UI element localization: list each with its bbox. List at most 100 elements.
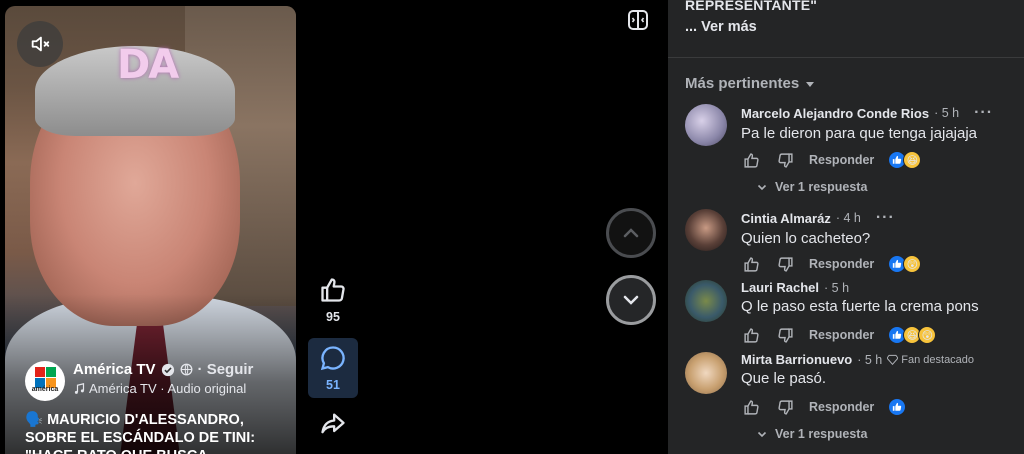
chevron-up-icon	[623, 228, 639, 238]
thumbs-down-icon	[777, 256, 793, 272]
reaction-summary[interactable]: 😆 😲	[888, 326, 937, 344]
thumbs-down-icon	[777, 327, 793, 343]
comment-more-options[interactable]: ···	[876, 209, 895, 227]
like-comment-button[interactable]	[741, 325, 761, 345]
view-replies-label: Ver 1 respuesta	[775, 180, 868, 194]
comment-actions: Responder 😲	[741, 254, 922, 274]
like-comment-button[interactable]	[741, 254, 761, 274]
logo-square-green	[46, 367, 56, 377]
reply-button[interactable]: Responder	[809, 257, 874, 271]
commenter-avatar[interactable]	[685, 352, 727, 394]
top-fan-badge[interactable]: Fan destacado	[887, 354, 974, 366]
channel-logo-text: américa	[31, 386, 59, 393]
reaction-summary[interactable]	[888, 398, 907, 416]
thumbs-up-icon	[743, 399, 759, 415]
commenter-name[interactable]: Mirta Barrionuevo	[741, 352, 852, 367]
diamond-icon	[887, 354, 899, 365]
reply-button[interactable]: Responder	[809, 153, 874, 167]
thumbs-up-icon	[743, 256, 759, 272]
commenter-avatar[interactable]	[685, 209, 727, 251]
view-replies-link[interactable]: Ver 1 respuesta	[757, 427, 867, 441]
comment-header: Marcelo Alejandro Conde Rios · 5 h ···	[741, 104, 1021, 122]
comment-header: Mirta Barrionuevo · 5 h Fan destacado	[741, 352, 1021, 367]
commenter-name[interactable]: Cintia Almaráz	[741, 211, 831, 226]
commenter-avatar[interactable]	[685, 280, 727, 322]
view-replies-link[interactable]: Ver 1 respuesta	[757, 180, 867, 194]
like-reaction-icon	[888, 398, 907, 416]
chevron-down-icon	[623, 295, 639, 305]
watermark-logo: DA	[117, 42, 179, 88]
comment-header: Cintia Almaráz · 4 h ···	[741, 209, 1021, 227]
dislike-comment-button[interactable]	[775, 150, 795, 170]
share-arrow-icon	[321, 413, 345, 434]
comment-body: Cintia Almaráz · 4 h ··· Quien lo cachet…	[741, 209, 1021, 247]
commenter-avatar[interactable]	[685, 104, 727, 146]
like-count: 95	[326, 310, 340, 324]
comment-actions: Responder	[741, 397, 907, 417]
view-replies-label: Ver 1 respuesta	[775, 427, 868, 441]
dislike-comment-button[interactable]	[775, 254, 795, 274]
reel-video[interactable]: DA américa América TV · Seguir América T…	[5, 6, 296, 454]
comment-time[interactable]: · 5 h	[934, 106, 959, 120]
comment-body: Lauri Rachel · 5 h Q le paso esta fuerte…	[741, 280, 1021, 315]
logo-square-red	[35, 367, 45, 377]
wow-reaction-icon: 😲	[903, 255, 922, 273]
follow-button[interactable]: · Seguir	[198, 361, 254, 378]
verified-badge-icon	[161, 363, 174, 376]
see-more-link[interactable]: ... Ver más	[685, 19, 757, 35]
comment-text: Quien lo cacheteo?	[741, 230, 871, 247]
next-reel-button[interactable]	[606, 275, 656, 325]
comment-body: Marcelo Alejandro Conde Rios · 5 h ··· P…	[741, 104, 1021, 142]
comment-more-options[interactable]: ···	[974, 104, 993, 122]
like-comment-button[interactable]	[741, 397, 761, 417]
badge-label: Fan destacado	[901, 353, 975, 366]
reply-button[interactable]: Responder	[809, 400, 874, 414]
toggle-panel-button[interactable]	[626, 8, 650, 32]
thumbs-up-icon	[321, 278, 345, 302]
mute-button[interactable]	[17, 21, 63, 67]
like-comment-button[interactable]	[741, 150, 761, 170]
comment-actions: Responder 😆 😲	[741, 325, 937, 345]
like-button[interactable]: 95	[308, 270, 358, 330]
channel-name[interactable]: América TV	[73, 361, 156, 378]
comment-time[interactable]: · 5 h	[824, 281, 849, 295]
share-button[interactable]	[308, 404, 358, 444]
thumbs-down-icon	[777, 399, 793, 415]
comment-count: 51	[326, 378, 340, 392]
previous-reel-button[interactable]	[606, 208, 656, 258]
comment-text: Pa le dieron para que tenga jajajaja	[741, 125, 978, 142]
dislike-comment-button[interactable]	[775, 397, 795, 417]
globe-icon	[180, 363, 192, 376]
comment-text: Que le pasó.	[741, 370, 827, 387]
channel-header: américa América TV · Seguir América TV ·…	[25, 361, 253, 401]
comment-text: Q le paso esta fuerte la crema pons	[741, 298, 979, 315]
comment-button[interactable]: 51	[308, 338, 358, 398]
reel-stage: DA américa América TV · Seguir América T…	[0, 0, 668, 454]
dislike-comment-button[interactable]	[775, 325, 795, 345]
comment-bubble-icon	[320, 346, 345, 371]
thumbs-up-icon	[743, 327, 759, 343]
channel-info: América TV · Seguir América TV · Audio o…	[73, 361, 253, 396]
haha-reaction-icon: 😆	[903, 151, 922, 169]
reel-actions: 95 51	[308, 270, 358, 444]
commenter-name[interactable]: Lauri Rachel	[741, 280, 819, 295]
comments-panel: REPRESENTANTE" ... Ver más Más pertinent…	[668, 0, 1024, 454]
comment-body: Mirta Barrionuevo · 5 h Fan destacado Qu…	[741, 352, 1021, 387]
reaction-summary[interactable]: 😲	[888, 255, 922, 273]
audio-row[interactable]: América TV · Audio original	[73, 381, 253, 396]
channel-avatar[interactable]: américa	[25, 361, 65, 401]
speaker-muted-icon	[31, 36, 50, 52]
sort-label: Más pertinentes	[685, 75, 800, 92]
reply-button[interactable]: Responder	[809, 328, 874, 342]
caret-down-icon	[806, 81, 815, 87]
comment-actions: Responder 😆	[741, 150, 922, 170]
commenter-name[interactable]: Marcelo Alejandro Conde Rios	[741, 106, 929, 121]
comment-time[interactable]: · 4 h	[836, 211, 861, 225]
comment-time[interactable]: · 5 h	[857, 353, 882, 367]
reaction-summary[interactable]: 😆	[888, 151, 922, 169]
comment-sort-dropdown[interactable]: Más pertinentes	[685, 75, 815, 92]
comment-header: Lauri Rachel · 5 h	[741, 280, 1021, 295]
chevron-down-icon	[757, 431, 767, 438]
thumbs-down-icon	[777, 152, 793, 168]
chevron-down-icon	[757, 184, 767, 191]
